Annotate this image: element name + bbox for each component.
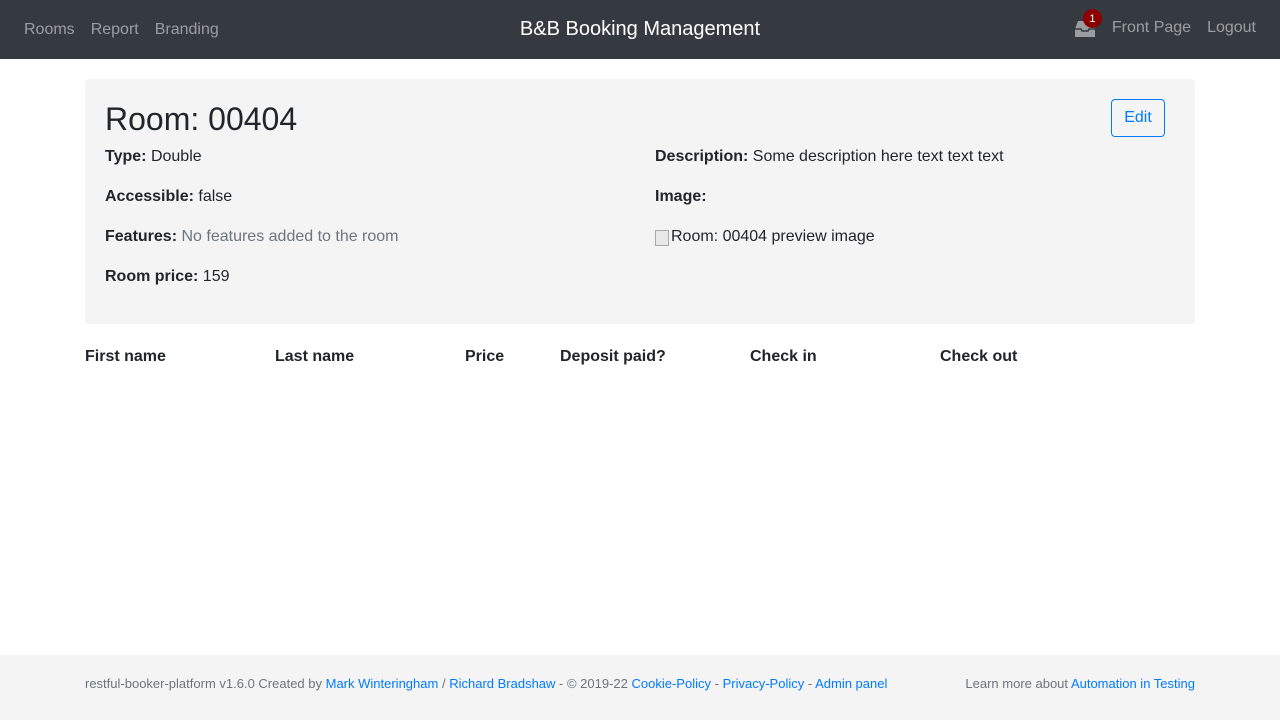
nav-report-link[interactable]: Report <box>91 21 139 39</box>
author-link-richard[interactable]: Richard Bradshaw <box>449 676 555 691</box>
cookie-policy-link[interactable]: Cookie-Policy <box>632 676 711 691</box>
room-description-value: Some description here text text text <box>752 148 1004 165</box>
room-type-label: Type: <box>105 148 147 165</box>
top-navbar: Rooms Report Branding B&B Booking Manage… <box>0 0 1280 59</box>
footer-dash: - <box>807 676 813 691</box>
header-check-out: Check out <box>940 348 1018 365</box>
footer-separator: / <box>441 676 446 691</box>
broken-image-icon <box>655 230 669 246</box>
footer-copyright: - © 2019-22 <box>559 676 628 691</box>
header-deposit-paid: Deposit paid? <box>560 348 666 365</box>
room-price-label: Room price: <box>105 268 199 285</box>
room-preview-image: Room: 00404 preview image <box>655 227 875 247</box>
footer-dash: - <box>714 676 719 691</box>
header-check-in: Check in <box>750 348 817 365</box>
nav-rooms-link[interactable]: Rooms <box>24 21 75 39</box>
nav-branding-link[interactable]: Branding <box>155 21 219 39</box>
logout-link[interactable]: Logout <box>1207 19 1256 37</box>
room-accessible: Accessible: false <box>105 187 232 207</box>
room-image-alt: Room: 00404 preview image <box>671 228 875 245</box>
room-price-value: 159 <box>202 268 230 285</box>
notification-badge: 1 <box>1082 9 1102 28</box>
room-image-label: Image: <box>655 188 707 205</box>
room-features: Features: No features added to the room <box>105 227 399 247</box>
nav-links: Rooms Report Branding <box>24 0 235 59</box>
room-price: Room price: 159 <box>105 267 230 287</box>
room-image: Image: <box>655 187 707 207</box>
nav-right: 1 Front Page Logout <box>1074 0 1256 56</box>
room-title: Room: 00404 <box>105 101 298 137</box>
footer-credits: restful-booker-platform v1.6.0 Created b… <box>85 676 887 691</box>
room-description-label: Description: <box>655 148 749 165</box>
admin-panel-link[interactable]: Admin panel <box>815 676 887 691</box>
header-price: Price <box>465 348 505 365</box>
room-accessible-value: false <box>198 188 233 205</box>
learn-more-text: Learn more about <box>965 676 1069 691</box>
edit-button[interactable]: Edit <box>1111 99 1165 137</box>
automation-in-testing-link[interactable]: Automation in Testing <box>1071 676 1195 691</box>
page-footer: restful-booker-platform v1.6.0 Created b… <box>0 655 1280 720</box>
header-first-name: First name <box>85 348 166 365</box>
room-description: Description: Some description here text … <box>655 147 1004 167</box>
room-type: Type: Double <box>105 147 202 167</box>
room-type-value: Double <box>150 148 202 165</box>
messages-button[interactable]: 1 <box>1074 9 1102 38</box>
footer-prefix: restful-booker-platform v1.6.0 Created b… <box>85 676 322 691</box>
room-features-value: No features added to the room <box>181 228 399 245</box>
footer-learn-more: Learn more about Automation in Testing <box>965 676 1195 691</box>
header-last-name: Last name <box>275 348 355 365</box>
room-details-card: Room: 00404 Edit Type: Double Accessible… <box>85 79 1195 324</box>
privacy-policy-link[interactable]: Privacy-Policy <box>723 676 805 691</box>
room-accessible-label: Accessible: <box>105 188 194 205</box>
front-page-link[interactable]: Front Page <box>1112 19 1191 37</box>
author-link-mark[interactable]: Mark Winteringham <box>326 676 439 691</box>
room-features-label: Features: <box>105 228 178 245</box>
